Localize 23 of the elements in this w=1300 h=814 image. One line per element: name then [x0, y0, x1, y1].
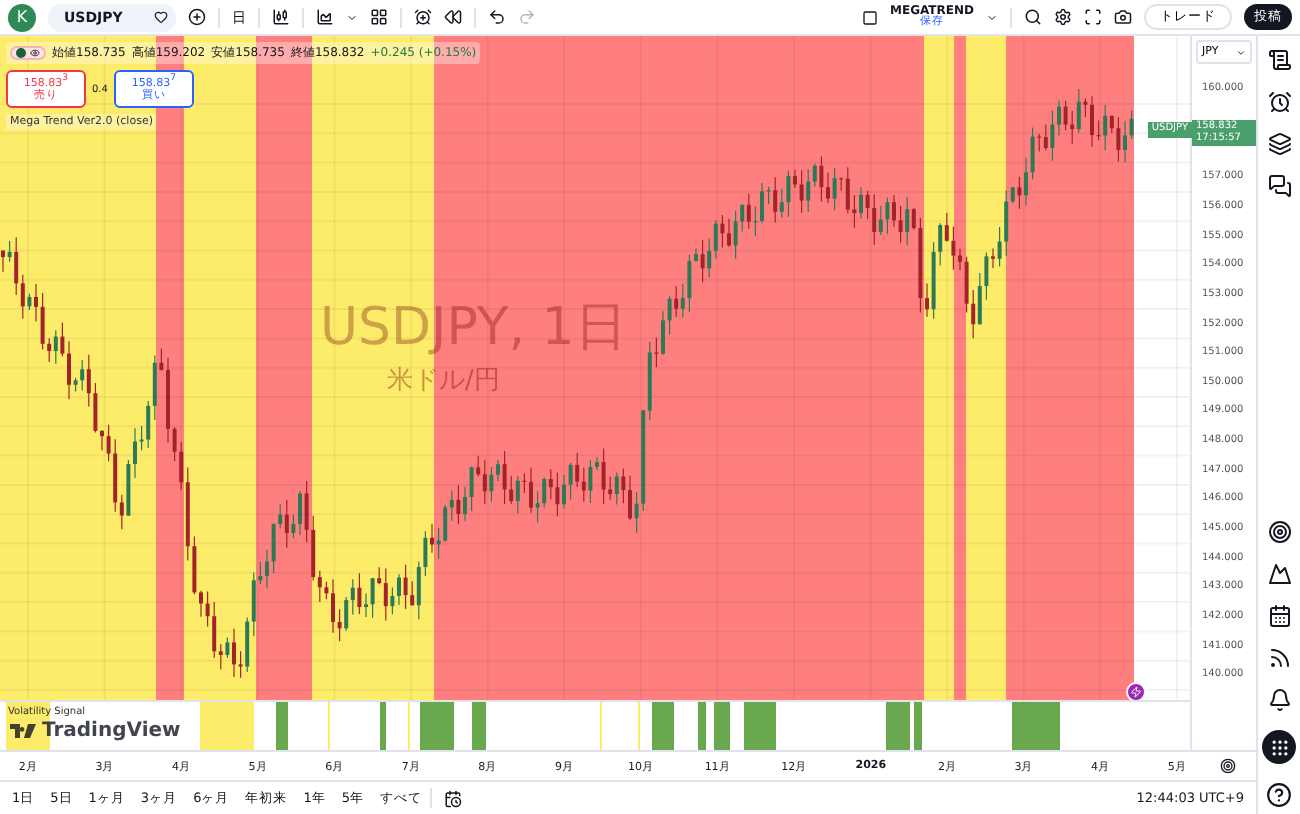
avatar[interactable]: K [8, 3, 36, 31]
calendar-button[interactable] [1267, 604, 1291, 628]
logo-icon [10, 724, 38, 738]
feed-button[interactable] [1267, 646, 1291, 670]
layers-button[interactable] [1267, 132, 1291, 156]
help-button[interactable] [1266, 782, 1292, 808]
notifications-button[interactable] [1267, 688, 1291, 712]
add-symbol-button[interactable] [188, 3, 206, 31]
visibility-dot[interactable] [16, 48, 26, 58]
chevron-icon[interactable] [986, 11, 998, 23]
grid-icon [1269, 737, 1289, 757]
alarm-button[interactable] [1267, 90, 1291, 114]
target-button[interactable] [1267, 520, 1291, 544]
watchlist-button[interactable] [1267, 48, 1291, 72]
heart-icon [154, 10, 168, 24]
mountain-button[interactable] [1267, 562, 1291, 586]
settings-button[interactable] [1054, 3, 1072, 31]
chat-button[interactable] [1267, 174, 1291, 198]
chevron-icon[interactable] [346, 11, 358, 23]
chevron-icon [1236, 47, 1246, 57]
apps-button[interactable] [1262, 730, 1296, 764]
visibility-toggle[interactable] [10, 46, 46, 60]
eye-icon [30, 48, 40, 58]
